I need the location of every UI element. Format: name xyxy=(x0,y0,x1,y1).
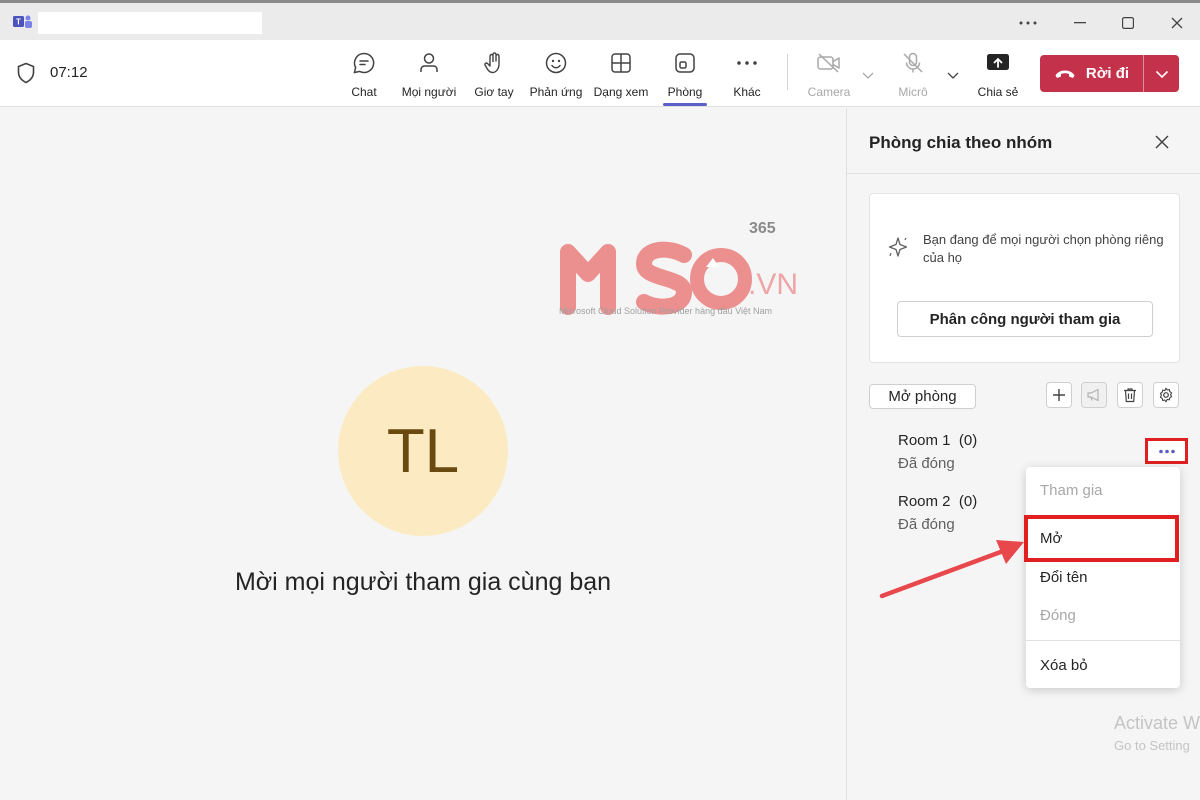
activation-watermark-title: Activate W xyxy=(1114,713,1200,733)
room-name-1: Room 1 (0) xyxy=(898,432,977,449)
react-button[interactable]: Phản ứng xyxy=(530,48,582,104)
meeting-timer: 07:12 xyxy=(50,64,88,81)
share-label: Chia sẻ xyxy=(977,85,1019,99)
react-label: Phản ứng xyxy=(529,85,583,99)
mic-button[interactable]: Micrô xyxy=(895,48,931,104)
people-label: Mọi người xyxy=(401,85,457,99)
shield-icon xyxy=(17,62,35,84)
close-panel-icon[interactable] xyxy=(1152,132,1172,152)
assignment-info-card: Bạn đang để mọi người chọn phòng riêng c… xyxy=(869,193,1180,363)
toolbar-divider xyxy=(787,54,788,90)
room-2-count: (0) xyxy=(958,493,978,510)
camera-off-icon xyxy=(816,50,842,76)
breakout-rooms-panel: Phòng chia theo nhóm Bạn đang để mọi ngư… xyxy=(846,108,1200,800)
emoji-icon xyxy=(543,50,569,76)
camera-label: Camera xyxy=(807,85,851,99)
camera-button[interactable]: Camera xyxy=(806,48,852,104)
room-1-more-options-button[interactable] xyxy=(1145,438,1188,464)
menu-divider xyxy=(1026,640,1180,641)
raise-hand-label: Giơ tay xyxy=(474,85,514,99)
hand-icon xyxy=(481,50,507,76)
grid-view-icon xyxy=(608,50,634,76)
plus-icon xyxy=(1053,389,1065,401)
announcement-button[interactable] xyxy=(1081,382,1107,408)
room-1-count: (0) xyxy=(958,432,978,449)
assign-participants-button[interactable]: Phân công người tham gia xyxy=(897,301,1153,337)
panel-title: Phòng chia theo nhóm xyxy=(869,133,1053,152)
maximize-icon[interactable] xyxy=(1113,10,1143,36)
hang-up-icon xyxy=(1055,70,1075,78)
room-context-menu: Tham gia Mở Đổi tên Đóng Xóa bỏ xyxy=(1026,467,1180,688)
room-2-name: Room 2 xyxy=(898,493,951,510)
gear-icon xyxy=(1159,387,1173,403)
avatar: TL xyxy=(338,366,508,536)
breakout-rooms-icon xyxy=(672,50,698,76)
panel-header: Phòng chia theo nhóm xyxy=(847,108,1200,174)
more-options-icon xyxy=(1158,449,1175,453)
room-1-status: Đã đóng xyxy=(898,455,955,472)
delete-rooms-button[interactable] xyxy=(1117,382,1143,408)
activation-watermark-subtitle: Go to Setting xyxy=(1114,738,1190,753)
sparkle-icon xyxy=(888,237,908,257)
raise-hand-button[interactable]: Giơ tay xyxy=(473,48,515,104)
trash-icon xyxy=(1124,388,1136,403)
menu-item-rename[interactable]: Đổi tên xyxy=(1026,558,1180,596)
leave-dropdown[interactable] xyxy=(1144,55,1179,92)
teams-icon: T xyxy=(13,15,32,28)
window-title-field xyxy=(38,12,262,34)
share-screen-icon xyxy=(985,50,1011,76)
active-tab-indicator xyxy=(663,103,707,106)
rooms-button[interactable]: Phòng xyxy=(663,48,707,106)
more-label: Khác xyxy=(733,85,761,99)
mic-off-icon xyxy=(900,50,926,76)
meeting-toolbar: 07:12 Chat Mọi người Giơ tay Phản ứng Dạ… xyxy=(0,40,1200,107)
invite-message: Mời mọi người tham gia cùng bạn xyxy=(234,568,612,596)
add-room-button[interactable] xyxy=(1046,382,1072,408)
chat-button[interactable]: Chat xyxy=(349,48,379,104)
svg-text:T: T xyxy=(16,18,21,27)
room-settings-button[interactable] xyxy=(1153,382,1179,408)
more-horizontal-icon xyxy=(734,50,760,76)
title-bar: T xyxy=(0,0,1200,40)
chevron-down-icon xyxy=(1155,70,1168,78)
leave-button-group: Rời đi xyxy=(1040,55,1179,92)
more-icon[interactable] xyxy=(1013,10,1043,36)
logo-suffix: .VN xyxy=(748,268,799,301)
menu-item-delete[interactable]: Xóa bỏ xyxy=(1026,646,1180,684)
room-1-name: Room 1 xyxy=(898,432,951,449)
minimize-icon[interactable] xyxy=(1065,10,1095,36)
view-label: Dạng xem xyxy=(593,85,649,99)
chat-label: Chat xyxy=(351,85,377,99)
more-button[interactable]: Khác xyxy=(732,48,762,104)
logo-superscript: 365 xyxy=(749,220,776,237)
open-rooms-button[interactable]: Mở phòng xyxy=(869,384,976,409)
megaphone-icon xyxy=(1087,388,1099,402)
camera-chevron-down-icon[interactable] xyxy=(862,70,874,80)
logo-tagline: Microsoft Cloud Solution Provider hàng đ… xyxy=(559,306,772,316)
leave-label: Rời đi xyxy=(1085,65,1130,82)
view-button[interactable]: Dạng xem xyxy=(592,48,650,104)
mic-chevron-down-icon[interactable] xyxy=(947,70,959,80)
mic-label: Micrô xyxy=(898,85,928,99)
people-icon xyxy=(416,50,442,76)
meeting-stage: 365 .VN Microsoft Cloud Solution Provide… xyxy=(0,108,846,800)
room-item-1[interactable]: Room 1 (0) Đã đóng xyxy=(898,432,977,472)
people-button[interactable]: Mọi người xyxy=(400,48,458,104)
chat-icon xyxy=(351,50,377,76)
share-button[interactable]: Chia sẻ xyxy=(977,48,1019,104)
menu-item-join[interactable]: Tham gia xyxy=(1026,471,1180,509)
menu-item-close[interactable]: Đóng xyxy=(1026,596,1180,634)
rooms-label: Phòng xyxy=(667,85,703,99)
annotation-arrow-icon xyxy=(879,540,1024,599)
assignment-info-text: Bạn đang để mọi người chọn phòng riêng c… xyxy=(923,232,1164,265)
close-icon[interactable] xyxy=(1162,10,1192,36)
leave-button[interactable]: Rời đi xyxy=(1040,55,1143,92)
room-name-2: Room 2 (0) xyxy=(898,493,977,510)
annotation-highlight-box xyxy=(1024,515,1179,562)
